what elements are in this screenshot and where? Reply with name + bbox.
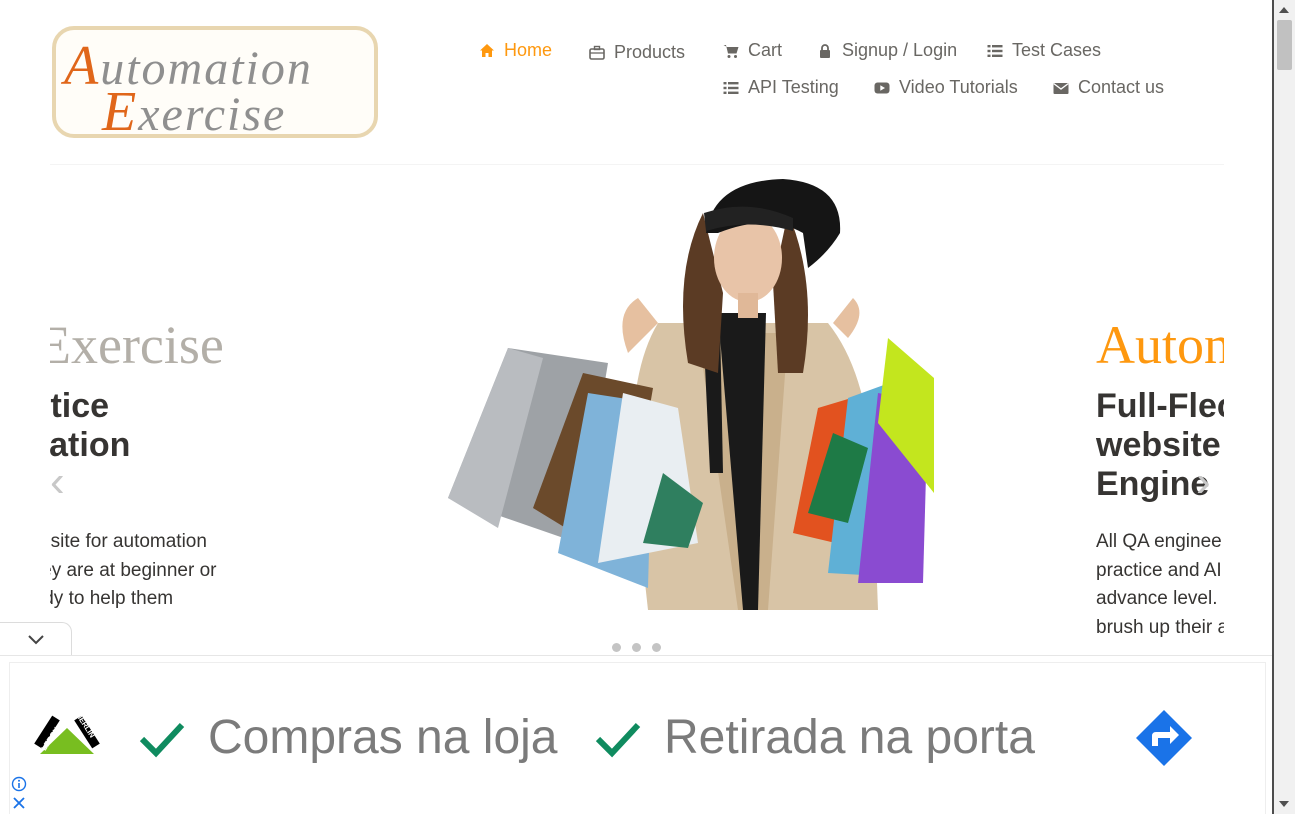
nav-cart[interactable]: Cart [722, 40, 782, 61]
ad-item-pickup: Retirada na porta [664, 711, 1035, 764]
carousel-dot-3[interactable] [652, 643, 661, 652]
check-icon [595, 722, 641, 758]
briefcase-icon [588, 44, 606, 62]
slide-brand-part-1: Auton [1096, 315, 1224, 375]
logo-line-2: Exercise [102, 80, 287, 138]
chevron-down-icon [27, 634, 44, 644]
ad-brand-logo: LEROY MERLIN [34, 714, 100, 754]
ad-info-icon[interactable] [11, 776, 27, 792]
youtube-play-icon [873, 79, 891, 97]
ad-item-in-store: Compras na loja [208, 711, 558, 764]
nav-products-label: Products [614, 42, 686, 62]
carousel-prev-arrow[interactable]: ‹ [50, 460, 65, 504]
list-icon [986, 42, 1004, 60]
scroll-up-arrow-icon[interactable] [1279, 7, 1289, 13]
nav-home-label: Home [504, 40, 553, 60]
nav-home[interactable]: Home [478, 40, 552, 61]
scroll-down-arrow-icon[interactable] [1279, 801, 1289, 807]
nav-api-testing-label: API Testing [748, 77, 839, 97]
logo-letter-a: A [64, 35, 101, 97]
slide-description: rs can use this website for automationPI… [50, 531, 217, 609]
nav-signup-login[interactable]: Signup / Login [816, 40, 957, 61]
directions-icon[interactable] [1134, 708, 1194, 768]
nav-video-tutorials-label: Video Tutorials [899, 77, 1018, 97]
check-icon [139, 722, 185, 758]
nav-api-testing[interactable]: API Testing [722, 77, 839, 98]
cart-icon [722, 42, 740, 60]
nav-contact-us[interactable]: Contact us [1052, 77, 1164, 98]
slide-description: All QA enginee practice and AI advance lev… [1096, 531, 1224, 638]
bottom-ad-banner[interactable]: LEROY MERLIN Compras na loja Retirada na… [0, 655, 1273, 814]
ad-close-icon[interactable] [12, 796, 26, 810]
nav-cart-label: Cart [748, 40, 783, 60]
lock-icon [816, 42, 834, 60]
hero-shopping-woman-image [448, 179, 934, 610]
slide-brand: mationExercise [50, 315, 448, 375]
carousel-next-arrow[interactable]: › [1196, 460, 1211, 504]
slide-brand-part-2: Exercise [50, 315, 224, 375]
nav-test-cases-label: Test Cases [1012, 40, 1102, 60]
nav-products[interactable]: Products [588, 42, 685, 63]
site-logo[interactable]: Automation Exercise [52, 26, 378, 138]
slide-heading: dged practice for Automationrs [50, 387, 131, 464]
carousel-slide-previous: mationExercise dged practice for Automat… [50, 315, 448, 642]
nav-video-tutorials[interactable]: Video Tutorials [873, 77, 1018, 98]
vertical-scrollbar[interactable] [1274, 0, 1295, 814]
scrollbar-thumb[interactable] [1277, 20, 1292, 70]
list-icon [722, 79, 740, 97]
nav-test-cases[interactable]: Test Cases [986, 40, 1101, 61]
home-icon [478, 42, 496, 60]
envelope-icon [1052, 79, 1070, 97]
logo-letter-e: E [102, 81, 139, 138]
carousel-dot-2[interactable] [632, 643, 641, 652]
logo-word-2-rest: xercise [138, 88, 287, 138]
nav-signup-login-label: Signup / Login [842, 40, 958, 60]
slide-brand: Auton [1096, 315, 1224, 375]
page: Automation Exercise Home Products Cart S… [0, 0, 1295, 814]
hero-carousel: mationExercise dged practice for Automat… [50, 165, 1224, 655]
ad-collapse-button[interactable] [0, 622, 72, 656]
nav-contact-us-label: Contact us [1078, 77, 1165, 97]
carousel-dot-1[interactable] [612, 643, 621, 652]
carousel-indicators [612, 643, 661, 652]
